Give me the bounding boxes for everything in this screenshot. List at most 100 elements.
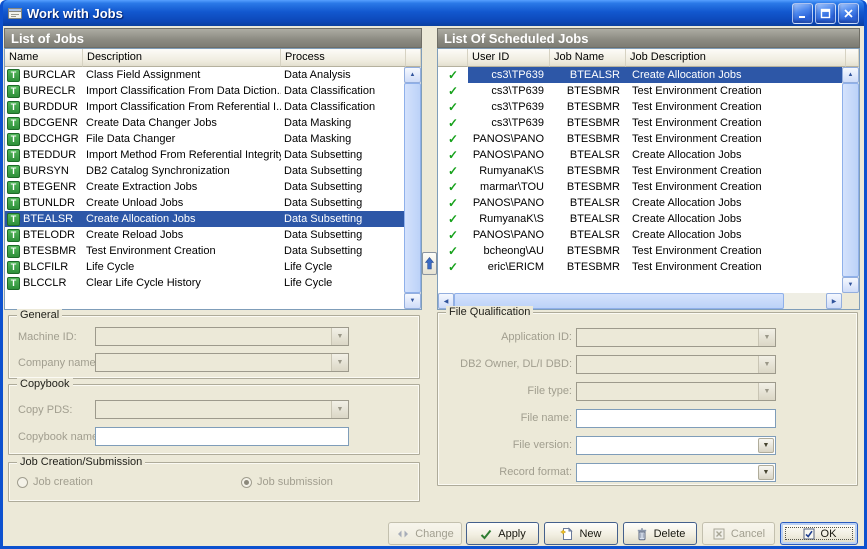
user-id-cell: bcheong\AU (468, 243, 550, 259)
copybook-name-input[interactable] (95, 427, 349, 446)
maximize-button[interactable] (815, 3, 836, 24)
column-header-status[interactable] (438, 49, 468, 67)
scheduled-table-row[interactable]: ✓cs3\TP639BTESBMRTest Environment Creati… (438, 83, 842, 99)
scheduled-table-row[interactable]: ✓cs3\TP639BTESBMRTest Environment Creati… (438, 115, 842, 131)
general-group-title: General (17, 309, 62, 321)
scroll-down-icon[interactable]: ▼ (842, 277, 859, 293)
close-button[interactable] (838, 3, 859, 24)
scheduled-check-icon: ✓ (438, 195, 468, 211)
job-type-icon: T (7, 149, 20, 162)
column-header-user-id[interactable]: User ID (468, 49, 550, 67)
job-description-cell: Create Data Changer Jobs (83, 115, 281, 131)
jobs-table-row[interactable]: TBTUNLDRCreate Unload JobsData Subsettin… (5, 195, 404, 211)
job-name-text: BTESBMR (23, 243, 76, 259)
apply-button[interactable]: Apply (466, 522, 539, 545)
column-header-process[interactable]: Process (281, 49, 406, 67)
jobs-table-row[interactable]: TBTELODRCreate Reload JobsData Subsettin… (5, 227, 404, 243)
delete-button[interactable]: Delete (623, 522, 697, 545)
jobs-table-row[interactable]: TBTEGENRCreate Extraction JobsData Subse… (5, 179, 404, 195)
job-description-cell: Import Classification From Data Diction.… (83, 83, 281, 99)
new-button[interactable]: New (544, 522, 618, 545)
job-mode-group: Job Creation/Submission Job creation Job… (8, 462, 420, 502)
title-bar[interactable]: Work with Jobs (3, 0, 864, 26)
chevron-down-icon[interactable]: ▼ (758, 438, 774, 453)
scheduled-jobs-table: User ID Job Name Job Description ✓cs3\TP… (437, 48, 860, 310)
user-id-cell: RumyanaK\S (468, 163, 550, 179)
scroll-thumb[interactable] (404, 83, 421, 293)
jobs-vertical-scrollbar[interactable]: ▲ ▼ (404, 67, 421, 309)
column-header-name[interactable]: Name (5, 49, 83, 67)
scheduled-table-row[interactable]: ✓PANOS\PANOBTESBMRTest Environment Creat… (438, 131, 842, 147)
job-name-cell: TBTUNLDR (5, 195, 83, 211)
scheduled-table-row[interactable]: ✓RumyanaK\SBTESBMRTest Environment Creat… (438, 163, 842, 179)
jobs-table-row[interactable]: TBTESBMRTest Environment CreationData Su… (5, 243, 404, 259)
scheduled-table-row[interactable]: ✓marmar\TOUBTESBMRTest Environment Creat… (438, 179, 842, 195)
schedule-job-button[interactable] (422, 252, 437, 275)
scheduled-table-row[interactable]: ✓cs3\TP639BTEALSRCreate Allocation Jobs (438, 67, 842, 83)
file-version-combo[interactable]: ▼ (576, 436, 776, 455)
scheduled-table-row[interactable]: ✓PANOS\PANOBTEALSRCreate Allocation Jobs (438, 147, 842, 163)
job-description-cell: Create Allocation Jobs (626, 211, 842, 227)
job-type-icon: T (7, 117, 20, 130)
jobs-table-row[interactable]: TBLCFILRLife CycleLife Cycle (5, 259, 404, 275)
machine-id-value (96, 328, 331, 345)
machine-id-combo: ▼ (95, 327, 349, 346)
job-name-cell: BTESBMR (550, 115, 626, 131)
scroll-track[interactable] (784, 293, 826, 309)
jobs-table-header: Name Description Process (5, 49, 421, 67)
scheduled-table-row[interactable]: ✓PANOS\PANOBTEALSRCreate Allocation Jobs (438, 227, 842, 243)
scroll-down-icon[interactable]: ▼ (404, 293, 421, 309)
minimize-button[interactable] (792, 3, 813, 24)
jobs-table-row[interactable]: TBDCGENRCreate Data Changer JobsData Mas… (5, 115, 404, 131)
scheduled-table-row[interactable]: ✓eric\ERICMBTESBMRTest Environment Creat… (438, 259, 842, 275)
job-process-cell: Data Classification (281, 99, 404, 115)
job-description-cell: Test Environment Creation (626, 243, 842, 259)
jobs-table-row[interactable]: TBURECLRImport Classification From Data … (5, 83, 404, 99)
chevron-down-icon[interactable]: ▼ (758, 465, 774, 480)
scheduled-table-header: User ID Job Name Job Description (438, 49, 859, 67)
trash-icon (635, 527, 649, 541)
record-format-combo[interactable]: ▼ (576, 463, 776, 482)
copybook-name-label: Copybook name: (18, 431, 101, 443)
scheduled-table-row[interactable]: ✓cs3\TP639BTESBMRTest Environment Creati… (438, 99, 842, 115)
ok-button[interactable]: OK (780, 522, 858, 545)
scheduled-check-icon: ✓ (438, 227, 468, 243)
jobs-table-row[interactable]: TBDCCHGRFile Data ChangerData Masking (5, 131, 404, 147)
job-process-cell: Data Analysis (281, 67, 404, 83)
file-name-label: File name: (442, 412, 572, 424)
jobs-table-row[interactable]: TBURDDURImport Classification From Refer… (5, 99, 404, 115)
column-header-description[interactable]: Description (83, 49, 281, 67)
job-name-cell: BTESBMR (550, 179, 626, 195)
job-name-cell: TBTELODR (5, 227, 83, 243)
file-version-value (577, 437, 757, 454)
job-creation-label: Job creation (33, 476, 93, 488)
file-version-label: File version: (442, 439, 572, 451)
scheduled-table-row[interactable]: ✓RumyanaK\SBTEALSRCreate Allocation Jobs (438, 211, 842, 227)
jobs-table: Name Description Process TBURCLARClass F… (4, 48, 422, 310)
user-id-cell: PANOS\PANO (468, 131, 550, 147)
jobs-table-row[interactable]: TBTEALSRCreate Allocation JobsData Subse… (5, 211, 404, 227)
jobs-table-body: TBURCLARClass Field AssignmentData Analy… (5, 67, 404, 309)
user-id-cell: cs3\TP639 (468, 67, 550, 83)
scheduled-check-icon: ✓ (438, 131, 468, 147)
jobs-table-row[interactable]: TBLCCLRClear Life Cycle HistoryLife Cycl… (5, 275, 404, 291)
scroll-up-icon[interactable]: ▲ (404, 67, 421, 83)
jobs-table-row[interactable]: TBURCLARClass Field AssignmentData Analy… (5, 67, 404, 83)
job-name-text: BTEALSR (23, 211, 73, 227)
column-header-job-name[interactable]: Job Name (550, 49, 626, 67)
scheduled-vertical-scrollbar[interactable]: ▲ ▼ (842, 67, 859, 293)
scheduled-table-row[interactable]: ✓bcheong\AUBTESBMRTest Environment Creat… (438, 243, 842, 259)
column-header-job-description[interactable]: Job Description (626, 49, 846, 67)
general-group: General Machine ID: ▼ Company name: ▼ (8, 315, 420, 379)
scheduled-table-row[interactable]: ✓PANOS\PANOBTEALSRCreate Allocation Jobs (438, 195, 842, 211)
scroll-right-icon[interactable]: ▶ (826, 293, 842, 309)
user-id-cell: PANOS\PANO (468, 227, 550, 243)
jobs-table-row[interactable]: TBURSYNDB2 Catalog SynchronizationData S… (5, 163, 404, 179)
job-name-cell: TBLCFILR (5, 259, 83, 275)
file-name-input[interactable] (576, 409, 776, 428)
scroll-up-icon[interactable]: ▲ (842, 67, 859, 83)
user-id-cell: PANOS\PANO (468, 147, 550, 163)
scroll-thumb[interactable] (842, 83, 859, 277)
job-description-cell: Import Method From Referential Integrity (83, 147, 281, 163)
jobs-table-row[interactable]: TBTEDDURImport Method From Referential I… (5, 147, 404, 163)
